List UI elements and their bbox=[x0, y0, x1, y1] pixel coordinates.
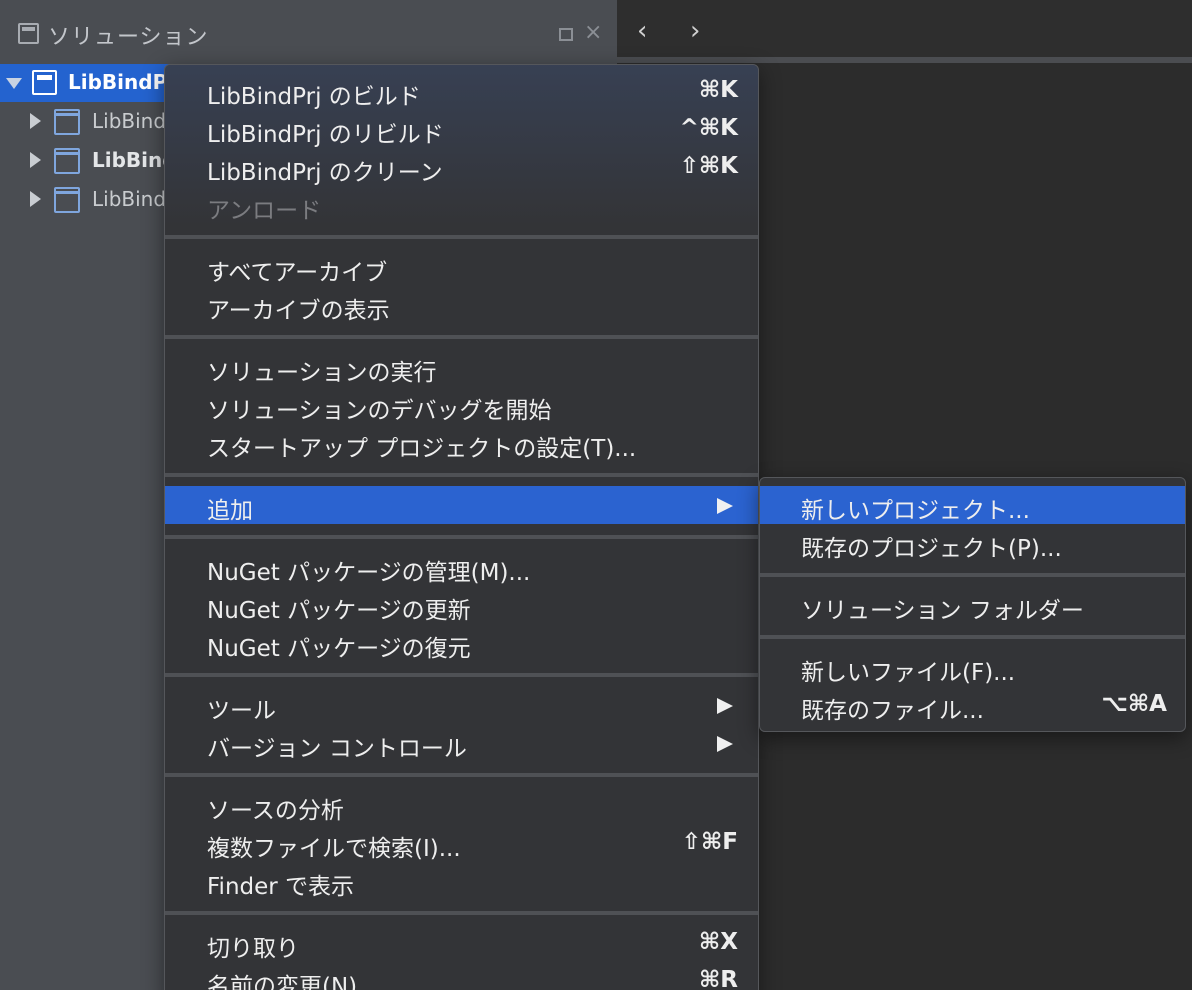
menu-item-label: 追加 bbox=[207, 498, 253, 524]
menu-item-add[interactable]: 追加 bbox=[165, 486, 758, 524]
menu-item-nuget-manage[interactable]: NuGet パッケージの管理(M)... bbox=[165, 548, 758, 586]
submenu-item-existing-file[interactable]: 既存のファイル... ⌥⌘A bbox=[760, 686, 1185, 724]
editor-tab-bar: ‹ › bbox=[617, 0, 1192, 57]
forward-arrow-icon[interactable]: › bbox=[690, 16, 700, 46]
menu-separator bbox=[165, 673, 758, 677]
menu-item-find-in-files[interactable]: 複数ファイルで検索(I)... ⇧⌘F bbox=[165, 824, 758, 862]
menu-item-archive-all[interactable]: すべてアーカイブ bbox=[165, 248, 758, 286]
menu-separator bbox=[165, 535, 758, 539]
menu-item-label: Finder で表示 bbox=[207, 874, 355, 900]
project-icon bbox=[54, 148, 80, 174]
menu-item-label: NuGet パッケージの復元 bbox=[207, 636, 471, 662]
menu-item-build[interactable]: LibBindPrj のビルド ⌘K bbox=[165, 72, 758, 110]
menu-item-label: ソースの分析 bbox=[207, 798, 344, 824]
submenu-item-label: ソリューション フォルダー bbox=[801, 598, 1084, 624]
close-icon[interactable]: × bbox=[584, 21, 602, 45]
menu-item-shortcut: ⇧⌘F bbox=[681, 829, 738, 855]
menu-item-debug-solution[interactable]: ソリューションのデバッグを開始 bbox=[165, 386, 758, 424]
submenu-item-new-file[interactable]: 新しいファイル(F)... bbox=[760, 648, 1185, 686]
menu-item-shortcut: ⌘R bbox=[698, 967, 738, 990]
menu-item-shortcut: ⌘K bbox=[698, 77, 738, 103]
submenu-item-label: 新しいファイル(F)... bbox=[801, 660, 1016, 686]
collapse-arrow-icon[interactable] bbox=[30, 152, 41, 168]
menu-separator bbox=[165, 335, 758, 339]
menu-item-label: NuGet パッケージの更新 bbox=[207, 598, 471, 624]
project-icon bbox=[54, 109, 80, 135]
add-submenu: 新しいプロジェクト... 既存のプロジェクト(P)... ソリューション フォル… bbox=[759, 477, 1186, 732]
submenu-item-label: 既存のプロジェクト(P)... bbox=[801, 536, 1062, 562]
menu-item-label: ソリューションの実行 bbox=[207, 360, 437, 386]
menu-item-label: 切り取り bbox=[207, 936, 299, 962]
menu-item-label: バージョン コントロール bbox=[207, 736, 467, 762]
menu-item-version-control[interactable]: バージョン コントロール bbox=[165, 724, 758, 762]
menu-separator bbox=[165, 473, 758, 477]
menu-item-label: アーカイブの表示 bbox=[207, 298, 390, 324]
ide-window: ソリューション × LibBindPrj LibBind LibBind Lib… bbox=[0, 0, 1192, 990]
tree-item-label: LibBind bbox=[92, 187, 167, 211]
menu-separator bbox=[165, 773, 758, 777]
submenu-item-label: 新しいプロジェクト... bbox=[801, 498, 1030, 524]
solution-icon bbox=[32, 70, 57, 95]
menu-item-label: LibBindPrj のリビルド bbox=[207, 122, 444, 148]
menu-item-nuget-restore[interactable]: NuGet パッケージの復元 bbox=[165, 624, 758, 662]
menu-item-label: LibBindPrj のビルド bbox=[207, 84, 421, 110]
solution-pad-header: ソリューション × bbox=[0, 0, 617, 64]
submenu-item-shortcut: ⌥⌘A bbox=[1101, 691, 1167, 717]
menu-item-label: ソリューションのデバッグを開始 bbox=[207, 398, 552, 424]
menu-item-cut[interactable]: 切り取り ⌘X bbox=[165, 924, 758, 962]
menu-item-shortcut: ^⌘K bbox=[679, 115, 738, 141]
menu-item-show-archives[interactable]: アーカイブの表示 bbox=[165, 286, 758, 324]
submenu-arrow-icon bbox=[717, 498, 733, 514]
tree-item-label: LibBind bbox=[92, 109, 167, 133]
menu-item-clean[interactable]: LibBindPrj のクリーン ⇧⌘K bbox=[165, 148, 758, 186]
menu-item-label: 複数ファイルで検索(I)... bbox=[207, 836, 461, 862]
menu-item-unload: アンロード bbox=[165, 186, 758, 224]
menu-separator bbox=[165, 235, 758, 239]
back-arrow-icon[interactable]: ‹ bbox=[637, 16, 647, 46]
menu-item-analyze-source[interactable]: ソースの分析 bbox=[165, 786, 758, 824]
collapse-arrow-icon[interactable] bbox=[30, 191, 41, 207]
submenu-item-label: 既存のファイル... bbox=[801, 698, 984, 724]
context-menu: LibBindPrj のビルド ⌘K LibBindPrj のリビルド ^⌘K … bbox=[164, 64, 759, 990]
menu-separator bbox=[165, 911, 758, 915]
menu-item-label: NuGet パッケージの管理(M)... bbox=[207, 560, 531, 586]
submenu-item-solution-folder[interactable]: ソリューション フォルダー bbox=[760, 586, 1185, 624]
submenu-arrow-icon bbox=[717, 736, 733, 752]
collapse-arrow-icon[interactable] bbox=[30, 113, 41, 129]
expand-arrow-icon[interactable] bbox=[6, 78, 22, 89]
solution-pad-icon bbox=[18, 23, 39, 44]
menu-item-label: アンロード bbox=[207, 198, 322, 224]
menu-separator bbox=[760, 635, 1185, 639]
menu-item-label: スタートアップ プロジェクトの設定(T)... bbox=[207, 436, 637, 462]
menu-item-tools[interactable]: ツール bbox=[165, 686, 758, 724]
submenu-item-existing-project[interactable]: 既存のプロジェクト(P)... bbox=[760, 524, 1185, 562]
menu-item-shortcut: ⌘X bbox=[698, 929, 738, 955]
menu-item-label: 名前の変更(N)... bbox=[207, 974, 380, 990]
menu-item-rename[interactable]: 名前の変更(N)... ⌘R bbox=[165, 962, 758, 990]
menu-separator bbox=[760, 573, 1185, 577]
menu-item-rebuild[interactable]: LibBindPrj のリビルド ^⌘K bbox=[165, 110, 758, 148]
menu-item-label: LibBindPrj のクリーン bbox=[207, 160, 443, 186]
solution-pad-title: ソリューション bbox=[48, 25, 209, 50]
menu-item-run-solution[interactable]: ソリューションの実行 bbox=[165, 348, 758, 386]
menu-item-shortcut: ⇧⌘K bbox=[679, 153, 738, 179]
menu-item-startup-project[interactable]: スタートアップ プロジェクトの設定(T)... bbox=[165, 424, 758, 462]
maximize-icon[interactable] bbox=[559, 28, 573, 41]
submenu-arrow-icon bbox=[717, 698, 733, 714]
project-icon bbox=[54, 187, 80, 213]
menu-item-nuget-update[interactable]: NuGet パッケージの更新 bbox=[165, 586, 758, 624]
menu-item-label: ツール bbox=[207, 698, 276, 724]
menu-item-show-in-finder[interactable]: Finder で表示 bbox=[165, 862, 758, 900]
submenu-item-new-project[interactable]: 新しいプロジェクト... bbox=[760, 486, 1185, 524]
menu-item-label: すべてアーカイブ bbox=[207, 260, 388, 286]
